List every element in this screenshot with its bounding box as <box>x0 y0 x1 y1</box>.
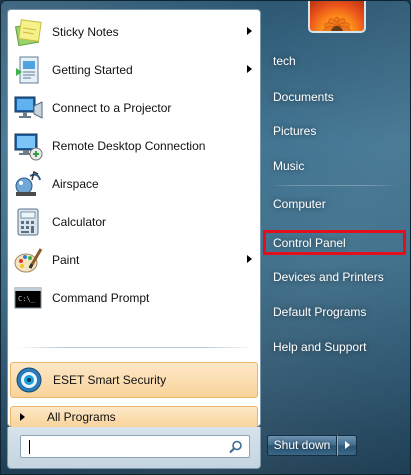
getting-started-icon <box>16 56 39 84</box>
right-link-music[interactable]: Music <box>265 153 401 179</box>
paint-icon <box>14 248 43 273</box>
user-picture[interactable] <box>308 1 366 33</box>
arrow-right-icon <box>20 413 25 421</box>
program-remote-desktop[interactable]: Remote Desktop Connection <box>10 128 258 164</box>
projector-icon <box>14 96 43 119</box>
shut-down-button[interactable]: Shut down <box>267 435 337 456</box>
program-label: Connect to a Projector <box>52 101 172 115</box>
svg-text:C:\_: C:\_ <box>18 295 36 303</box>
search-area <box>7 427 261 469</box>
right-link-default-programs[interactable]: Default Programs <box>265 299 401 325</box>
search-box[interactable] <box>20 435 250 458</box>
eset-icon <box>16 367 42 393</box>
program-getting-started[interactable]: Getting Started <box>10 52 258 88</box>
right-link-control-panel[interactable]: Control Panel <box>265 230 401 256</box>
airspace-icon <box>15 170 41 196</box>
command-prompt-icon: C:\_ <box>14 287 42 309</box>
program-sticky-notes[interactable]: Sticky Notes <box>10 14 258 50</box>
program-calculator[interactable]: Calculator <box>10 204 258 240</box>
right-link-devices-printers[interactable]: Devices and Printers <box>265 264 401 290</box>
all-programs-label: All Programs <box>47 410 116 424</box>
search-input[interactable] <box>27 438 217 455</box>
program-label: Sticky Notes <box>52 25 119 39</box>
program-label: Getting Started <box>52 63 133 77</box>
program-command-prompt[interactable]: C:\_ Command Prompt <box>10 280 258 316</box>
text-caret <box>29 440 30 454</box>
search-icon[interactable] <box>229 440 243 454</box>
programs-pane: Sticky Notes Getting Started Connect to … <box>7 9 261 428</box>
program-airspace[interactable]: Airspace <box>10 166 258 202</box>
sticky-notes-icon <box>15 19 42 47</box>
submenu-arrow-icon[interactable] <box>247 27 252 35</box>
right-link-documents[interactable]: Documents <box>265 84 401 110</box>
right-link-computer[interactable]: Computer <box>265 191 401 217</box>
remote-desktop-icon <box>14 133 43 161</box>
start-menu: Sticky Notes Getting Started Connect to … <box>0 0 411 475</box>
right-separator <box>269 185 397 186</box>
submenu-arrow-icon[interactable] <box>247 255 252 263</box>
right-link-help-support[interactable]: Help and Support <box>265 334 401 360</box>
program-label: Paint <box>52 253 80 267</box>
program-label: Remote Desktop Connection <box>52 139 206 153</box>
program-label: Command Prompt <box>52 291 150 305</box>
arrow-right-icon <box>345 441 350 449</box>
program-eset-smart-security[interactable]: ESET Smart Security <box>10 362 258 398</box>
shut-down-options-button[interactable] <box>337 435 357 456</box>
program-connect-projector[interactable]: Connect to a Projector <box>10 90 258 126</box>
program-label: Calculator <box>52 215 107 229</box>
right-link-user[interactable]: tech <box>265 48 401 74</box>
program-paint[interactable]: Paint <box>10 242 258 278</box>
flower-image <box>322 16 352 31</box>
submenu-arrow-icon[interactable] <box>247 65 252 73</box>
program-label: ESET Smart Security <box>53 373 167 387</box>
calculator-icon <box>17 208 39 236</box>
all-programs-button[interactable]: All Programs <box>10 406 258 428</box>
pinned-separator <box>16 347 254 348</box>
right-link-pictures[interactable]: Pictures <box>265 118 401 144</box>
program-label: Airspace <box>52 177 99 191</box>
